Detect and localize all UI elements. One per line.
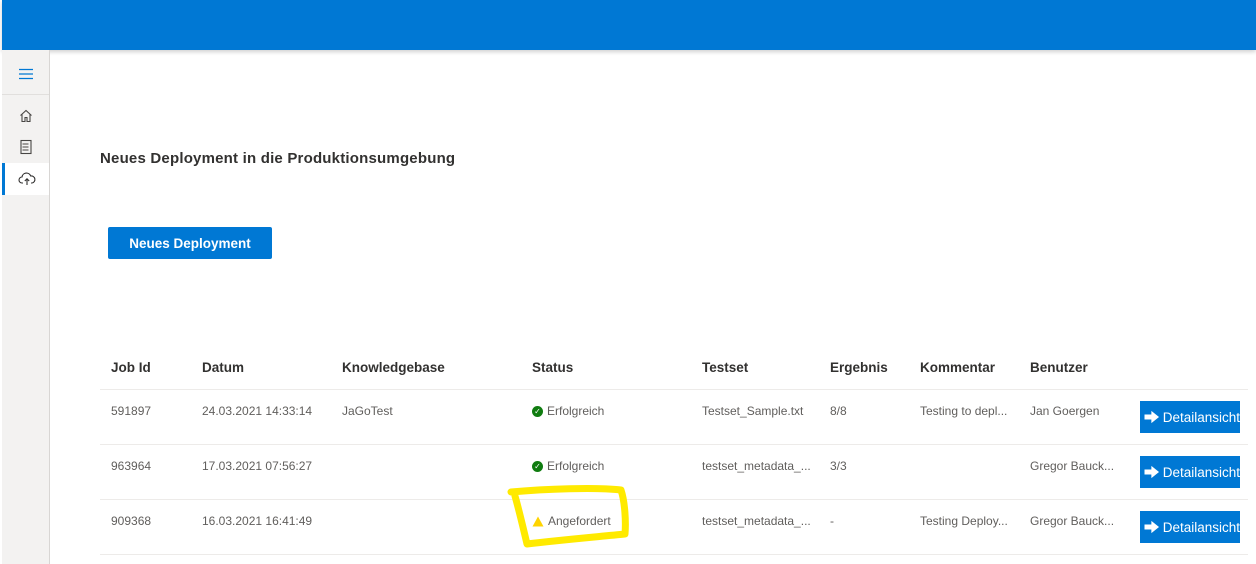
detail-view-label: Detailansicht <box>1162 409 1240 425</box>
cell-kommentar: Testing to depl... <box>920 404 1008 418</box>
cell-testset: Testset_Sample.txt <box>702 404 804 418</box>
table-row[interactable]: 591897 24.03.2021 14:33:14 JaGoTest ✓ Er… <box>100 390 1248 445</box>
sidebar <box>2 50 50 564</box>
cell-kommentar: Testing Deploy... <box>920 514 1008 528</box>
home-icon <box>19 109 32 123</box>
cell-datum: 17.03.2021 07:56:27 <box>202 459 313 473</box>
status-label: Angefordert <box>548 514 611 528</box>
status-label: Erfolgreich <box>547 459 605 473</box>
arrow-right-icon <box>1144 465 1160 479</box>
sidebar-divider <box>2 94 49 95</box>
column-header-datum[interactable]: Datum <box>202 360 244 375</box>
sidebar-item-reports[interactable] <box>2 131 49 163</box>
sidebar-item-home[interactable] <box>2 100 49 132</box>
table-header: Job Id Datum Knowledgebase Status Testse… <box>100 350 1248 390</box>
cell-job-id: 591897 <box>111 404 152 418</box>
deployment-table: Job Id Datum Knowledgebase Status Testse… <box>100 350 1248 555</box>
table-row[interactable]: 963964 17.03.2021 07:56:27 ✓ Erfolgreich… <box>100 445 1248 500</box>
cell-status: ✓ Erfolgreich <box>532 459 604 473</box>
cell-datum: 24.03.2021 14:33:14 <box>202 404 313 418</box>
column-header-kommentar[interactable]: Kommentar <box>920 360 995 375</box>
cell-status: ✓ Erfolgreich <box>532 404 604 418</box>
cell-ergebnis: - <box>830 514 834 528</box>
column-header-ergebnis[interactable]: Ergebnis <box>830 360 888 375</box>
cell-datum: 16.03.2021 16:41:49 <box>202 514 313 528</box>
status-label: Erfolgreich <box>547 404 605 418</box>
success-check-icon: ✓ <box>532 460 543 472</box>
cell-testset: testset_metadata_... <box>702 514 811 528</box>
cell-testset: testset_metadata_... <box>702 459 811 473</box>
column-header-job-id[interactable]: Job Id <box>111 360 151 375</box>
cell-benutzer: Gregor Bauck... <box>1030 514 1115 528</box>
cell-status: Angefordert <box>532 514 611 528</box>
arrow-right-icon <box>1144 410 1160 424</box>
column-header-knowledgebase[interactable]: Knowledgebase <box>342 360 445 375</box>
column-header-testset[interactable]: Testset <box>702 360 748 375</box>
detail-view-button[interactable]: Detailansicht <box>1140 401 1240 433</box>
cell-job-id: 909368 <box>111 514 152 528</box>
table-row[interactable]: 909368 16.03.2021 16:41:49 Angefordert t… <box>100 500 1248 555</box>
new-deployment-button[interactable]: Neues Deployment <box>108 227 272 259</box>
detail-view-button[interactable]: Detailansicht <box>1140 511 1240 543</box>
success-check-icon: ✓ <box>532 405 543 417</box>
detail-view-label: Detailansicht <box>1162 519 1240 535</box>
cell-job-id: 963964 <box>111 459 152 473</box>
cell-ergebnis: 8/8 <box>830 404 847 418</box>
cell-benutzer: Gregor Bauck... <box>1030 459 1115 473</box>
page-title: Neues Deployment in die Produktionsumgeb… <box>100 150 456 167</box>
warning-icon <box>532 516 544 526</box>
cell-benutzer: Jan Goergen <box>1030 404 1100 418</box>
detail-view-label: Detailansicht <box>1162 464 1240 480</box>
top-header-bar <box>2 0 1256 50</box>
menu-toggle-button[interactable] <box>2 58 49 90</box>
report-icon <box>19 139 32 155</box>
hamburger-icon <box>18 68 33 80</box>
cell-ergebnis: 3/3 <box>830 459 847 473</box>
cloud-upload-icon <box>18 172 36 185</box>
detail-view-button[interactable]: Detailansicht <box>1140 456 1240 488</box>
sidebar-item-deployment[interactable] <box>2 163 49 195</box>
cell-knowledgebase: JaGoTest <box>342 404 393 418</box>
arrow-right-icon <box>1144 520 1160 534</box>
column-header-benutzer[interactable]: Benutzer <box>1030 360 1088 375</box>
column-header-status[interactable]: Status <box>532 360 573 375</box>
